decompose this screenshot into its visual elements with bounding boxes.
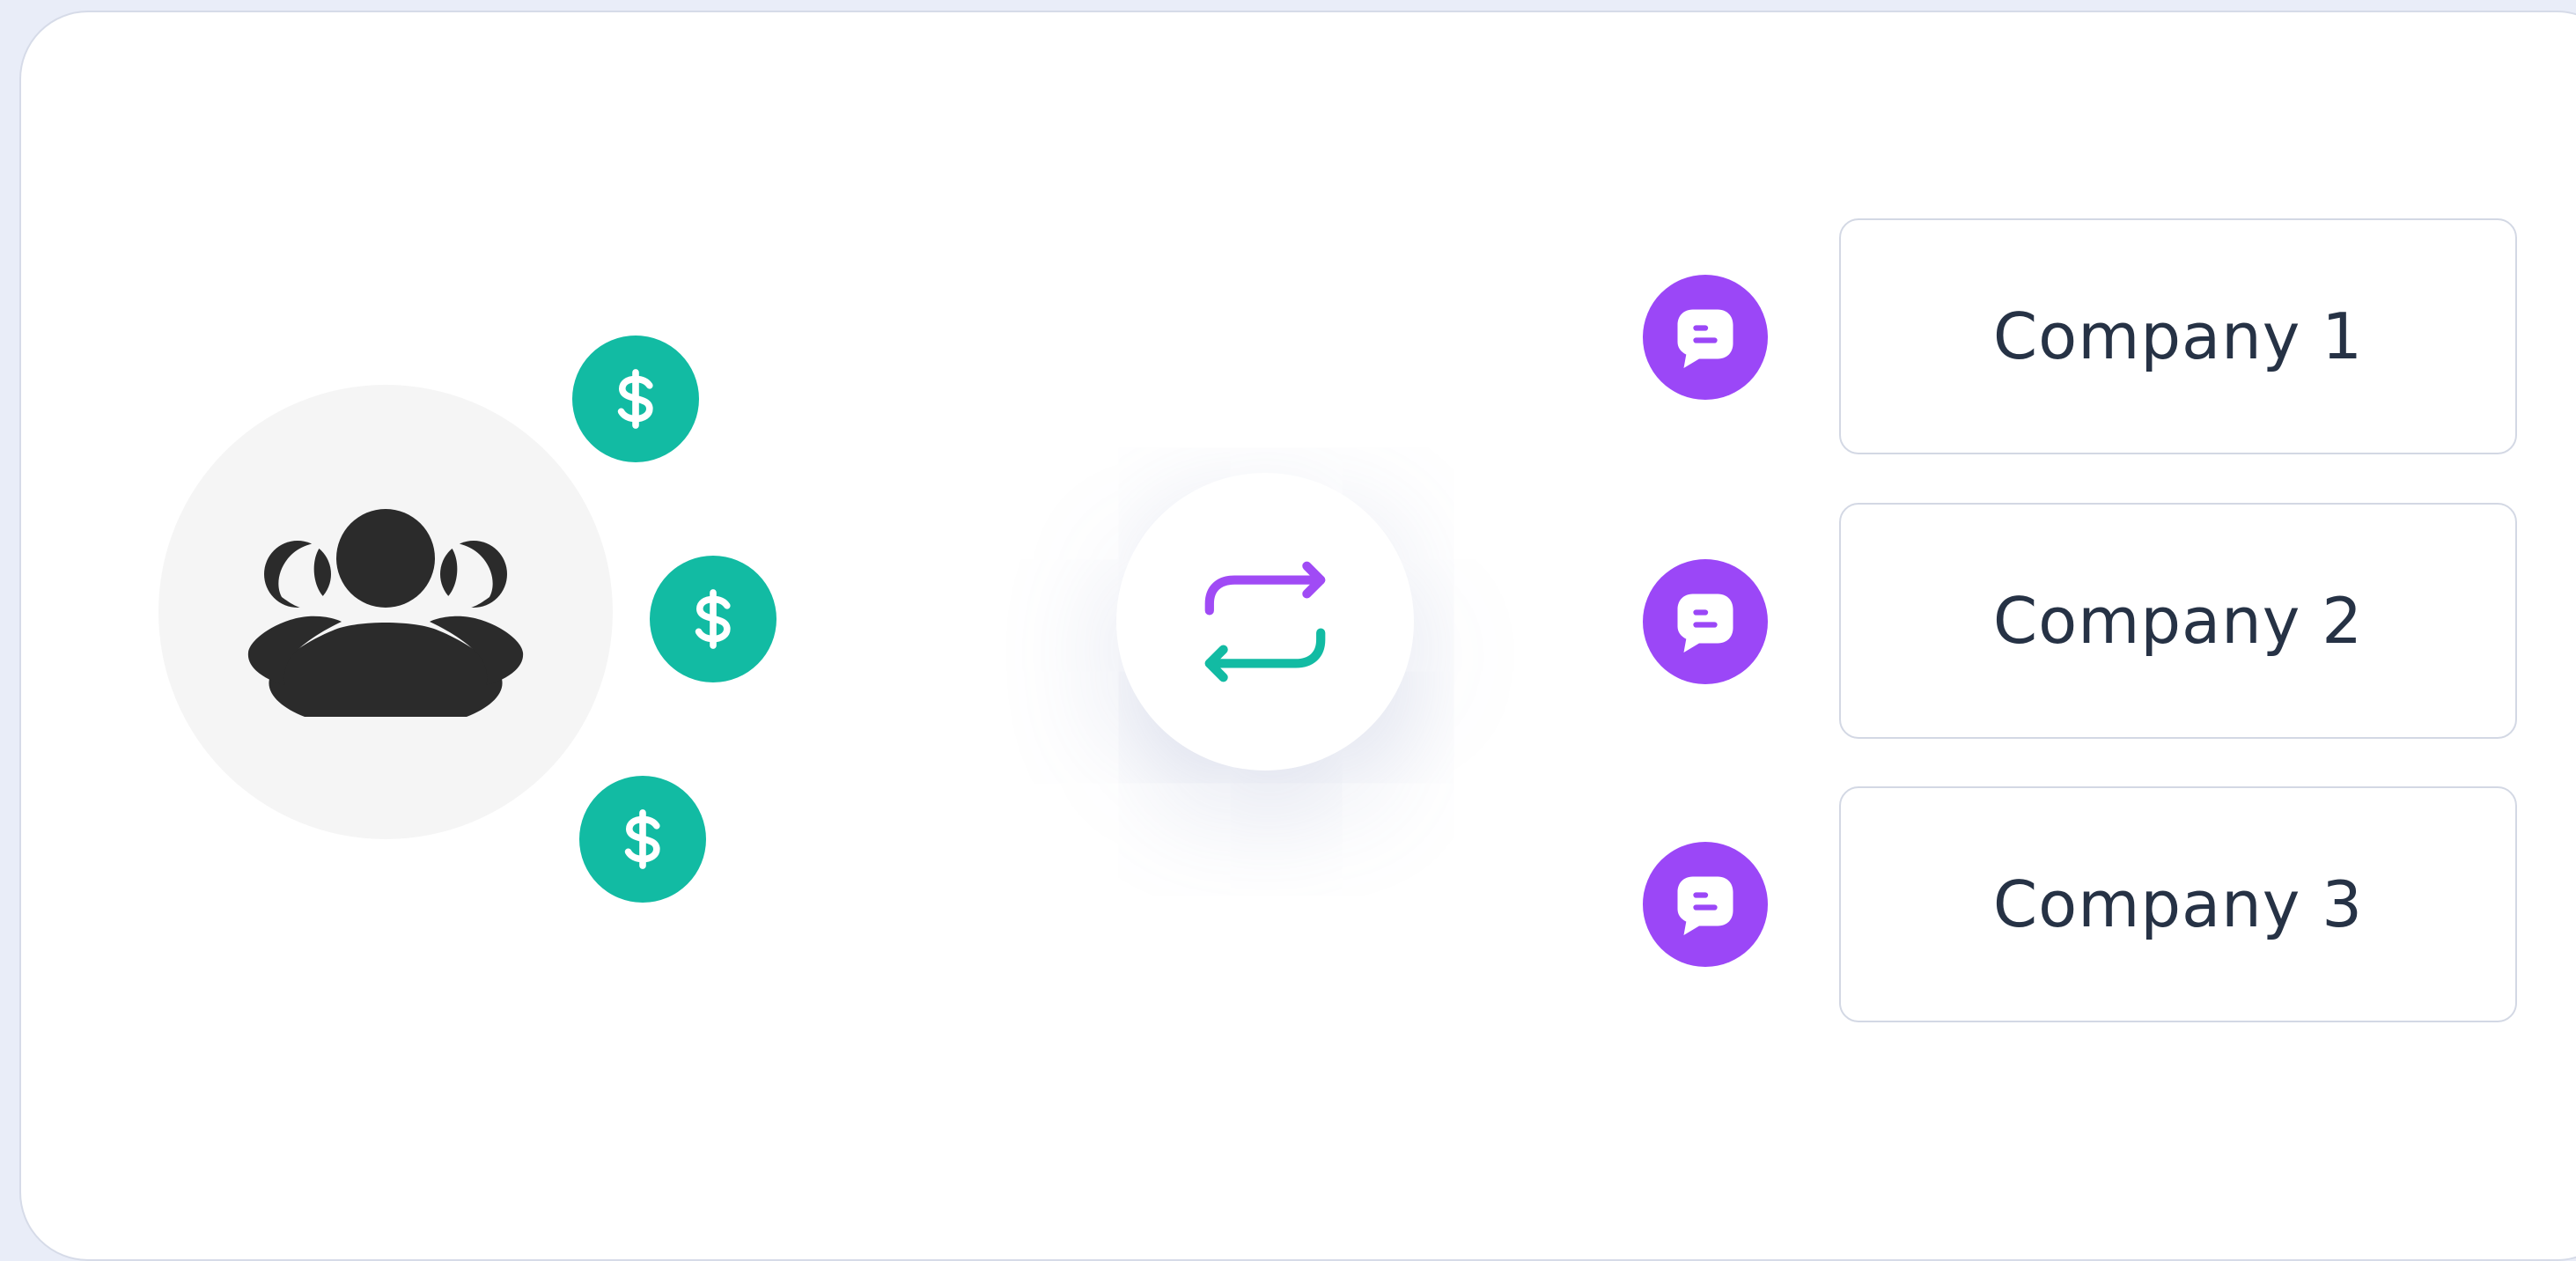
- message-badge-2: [1643, 559, 1768, 684]
- dollar-icon: [624, 809, 660, 869]
- dollar-icon: [617, 369, 653, 429]
- coin-badge-3: [579, 776, 706, 903]
- company-label: Company 3: [1992, 867, 2364, 941]
- chat-bubble-icon: [1677, 309, 1733, 368]
- coin-badge-1: [572, 336, 699, 462]
- message-badge-1: [1643, 275, 1768, 400]
- dollar-icon: [695, 589, 731, 649]
- company-box-1: Company 1: [1839, 218, 2517, 454]
- exchange-hub: [1116, 473, 1414, 771]
- users-group-icon: [247, 509, 524, 717]
- repeat-arrows-icon: [1204, 561, 1326, 682]
- chat-bubble-icon: [1677, 876, 1733, 935]
- company-box-3: Company 3: [1839, 786, 2517, 1022]
- company-label: Company 2: [1992, 584, 2364, 658]
- coin-badge-2: [650, 556, 776, 682]
- company-label: Company 1: [1992, 299, 2364, 373]
- company-box-2: Company 2: [1839, 503, 2517, 739]
- chat-bubble-icon: [1677, 594, 1733, 653]
- message-badge-3: [1643, 842, 1768, 967]
